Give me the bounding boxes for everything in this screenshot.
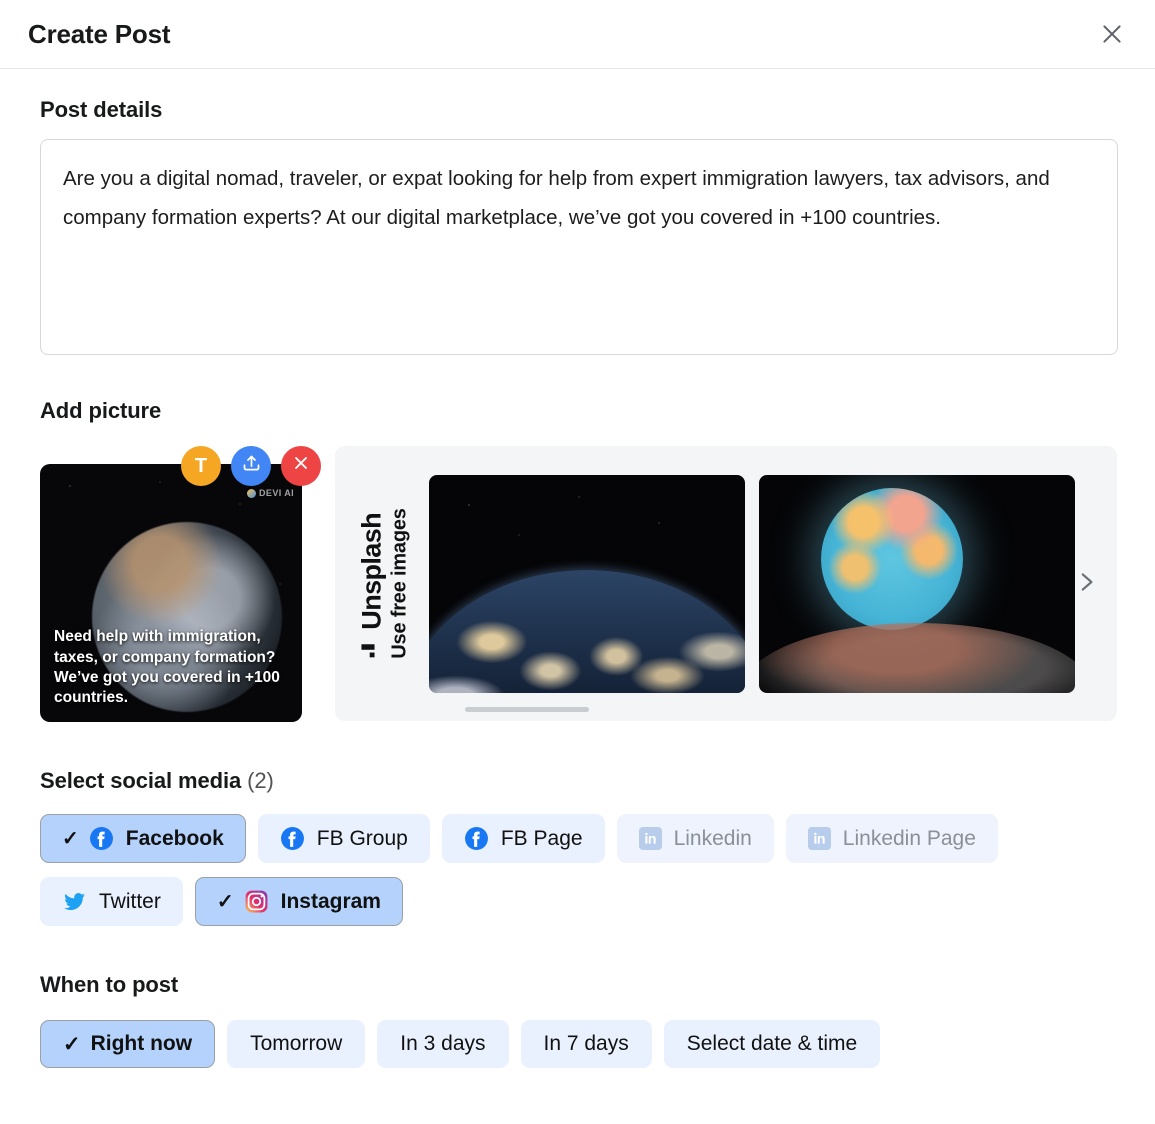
upload-image-button[interactable] bbox=[231, 446, 271, 486]
check-icon: ✓ bbox=[216, 890, 234, 913]
unsplash-subtitle: Use free images bbox=[388, 508, 411, 659]
carousel-scrollbar[interactable] bbox=[465, 707, 1110, 712]
social-option-label: Linkedin bbox=[673, 826, 752, 850]
social-option-label: Instagram bbox=[280, 889, 381, 913]
social-option-linkedin[interactable]: Linkedin bbox=[616, 814, 774, 863]
modal-header: Create Post bbox=[0, 0, 1155, 69]
when-option-select-date-time[interactable]: Select date & time bbox=[663, 1020, 881, 1068]
add-picture-label: Add picture bbox=[40, 398, 162, 423]
check-icon: ✓ bbox=[62, 827, 79, 850]
when-option-label: Right now bbox=[90, 1032, 193, 1055]
social-option-label: Twitter bbox=[99, 889, 161, 913]
unsplash-branding: Unsplash Use free images bbox=[353, 446, 415, 721]
social-option-linkedin-page[interactable]: Linkedin Page bbox=[785, 814, 998, 863]
when-option-in-7-days[interactable]: In 7 days bbox=[520, 1020, 652, 1068]
when-option-label: In 3 days bbox=[400, 1032, 486, 1055]
when-option-tomorrow[interactable]: Tomorrow bbox=[227, 1020, 366, 1068]
when-to-post-options: ✓ Right now Tomorrow In 3 days In 7 days… bbox=[40, 1020, 1117, 1068]
social-option-label: FB Group bbox=[316, 826, 408, 850]
devi-ai-watermark: DEVI AI bbox=[247, 488, 294, 498]
social-option-fb-page[interactable]: FB Page bbox=[441, 814, 605, 863]
when-option-label: Select date & time bbox=[686, 1032, 858, 1055]
unsplash-panel: Unsplash Use free images bbox=[335, 446, 1117, 721]
close-button[interactable] bbox=[1091, 13, 1133, 55]
close-icon bbox=[1099, 21, 1125, 47]
carousel-scrollbar-thumb[interactable] bbox=[465, 707, 589, 712]
social-option-label: Linkedin Page bbox=[842, 826, 976, 850]
close-icon bbox=[291, 453, 311, 479]
unsplash-brand-label: Unsplash bbox=[356, 512, 387, 630]
social-selected-count: (2) bbox=[247, 768, 274, 793]
unsplash-carousel[interactable] bbox=[429, 474, 1075, 693]
carousel-next-button[interactable] bbox=[1067, 563, 1105, 605]
linkedin-icon bbox=[638, 827, 662, 850]
unsplash-image-1[interactable] bbox=[429, 474, 745, 693]
uploaded-image-wrapper: T DEVI AI Need help with immigration, ta… bbox=[40, 446, 321, 722]
unsplash-logo-icon bbox=[359, 637, 386, 659]
social-option-twitter[interactable]: Twitter bbox=[40, 877, 183, 926]
check-icon: ✓ bbox=[63, 1032, 81, 1056]
image-action-buttons: T bbox=[181, 446, 321, 486]
when-option-right-now[interactable]: ✓ Right now bbox=[40, 1020, 216, 1068]
image-caption-overlay: Need help with immigration, taxes, or co… bbox=[54, 628, 280, 706]
instagram-icon bbox=[244, 889, 269, 914]
unsplash-image-2[interactable] bbox=[759, 474, 1075, 693]
select-social-media-label: Select social media (2) bbox=[40, 768, 1117, 794]
social-option-label: FB Page bbox=[500, 826, 583, 850]
uploaded-image-preview[interactable]: DEVI AI Need help with immigration, taxe… bbox=[40, 464, 302, 722]
social-option-facebook[interactable]: ✓ Facebook bbox=[40, 814, 246, 863]
post-details-input[interactable] bbox=[40, 139, 1118, 355]
when-option-in-3-days[interactable]: In 3 days bbox=[377, 1020, 509, 1068]
social-option-instagram[interactable]: ✓ Instagram bbox=[194, 877, 403, 926]
text-tool-icon: T bbox=[194, 454, 208, 477]
social-label-text: Select social media bbox=[40, 768, 242, 793]
chevron-right-icon bbox=[1073, 569, 1099, 598]
when-option-label: In 7 days bbox=[543, 1032, 629, 1055]
page-title: Create Post bbox=[28, 18, 171, 49]
remove-image-button[interactable] bbox=[281, 446, 321, 486]
linkedin-icon bbox=[807, 827, 831, 850]
add-text-button[interactable]: T bbox=[181, 446, 221, 486]
facebook-icon bbox=[89, 826, 114, 851]
social-media-options: ✓ Facebook FB Group FB Page Linkedin Lin… bbox=[40, 814, 1117, 863]
post-details-label: Post details bbox=[40, 97, 163, 122]
social-option-label: Facebook bbox=[125, 826, 224, 850]
watermark-label: DEVI AI bbox=[259, 488, 294, 498]
upload-icon bbox=[241, 453, 262, 480]
picture-row: T DEVI AI Need help with immigration, ta… bbox=[40, 446, 1117, 722]
facebook-icon bbox=[280, 826, 305, 851]
modal-body: Post details Add picture T bbox=[0, 69, 1155, 1068]
social-option-fb-group[interactable]: FB Group bbox=[257, 814, 430, 863]
twitter-icon bbox=[62, 889, 87, 914]
devi-logo-icon bbox=[247, 488, 257, 498]
when-to-post-label: When to post bbox=[40, 972, 179, 997]
when-option-label: Tomorrow bbox=[250, 1032, 343, 1055]
social-media-options-row2: Twitter ✓ Instagram bbox=[40, 877, 1117, 926]
facebook-icon bbox=[464, 826, 489, 851]
